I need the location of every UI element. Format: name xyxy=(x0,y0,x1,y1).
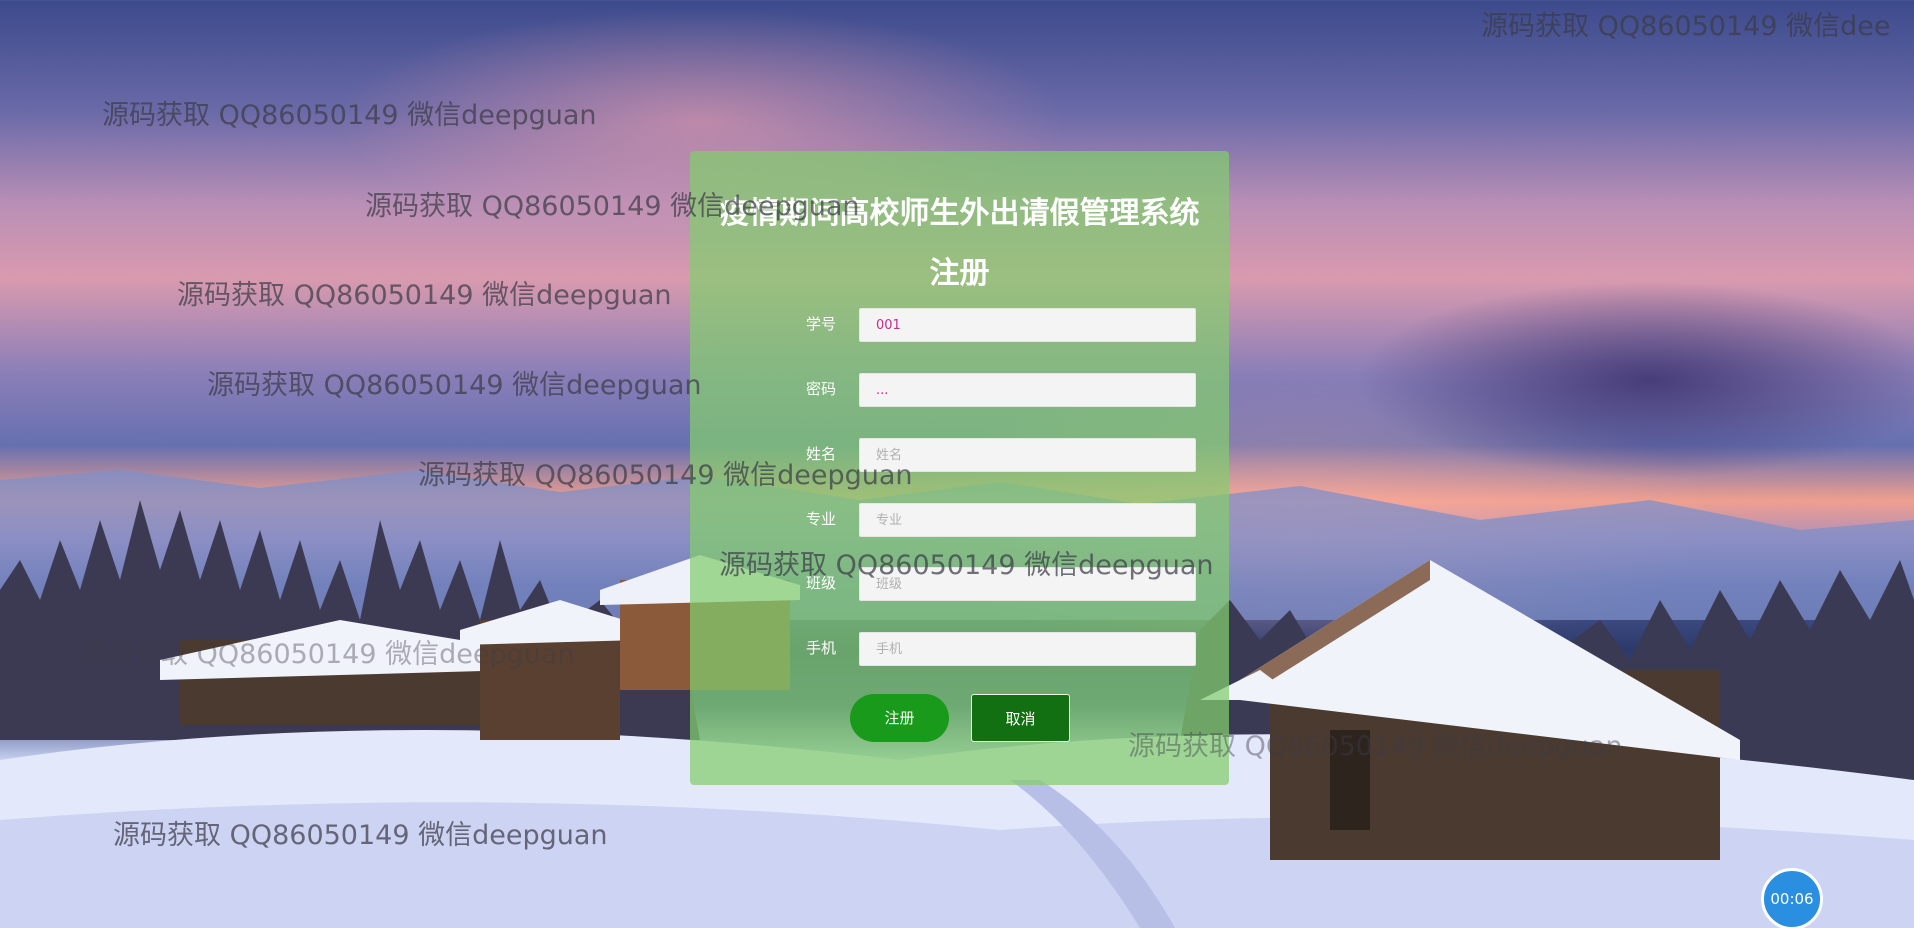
watermark-text: 源码获取 QQ86050149 微信deepguan xyxy=(365,191,860,222)
student-id-label: 学号 xyxy=(805,315,836,333)
phone-label: 手机 xyxy=(805,639,836,657)
form-row-student-id: 学号 xyxy=(690,308,1229,342)
form-row-phone: 手机 xyxy=(690,632,1229,666)
password-label: 密码 xyxy=(805,380,836,398)
watermark-text: 源码获取 QQ86050149 微信deepguan xyxy=(719,550,1214,581)
watermark-text: 源码获取 QQ86050149 微信deepguan xyxy=(418,460,913,491)
major-label: 专业 xyxy=(805,510,836,528)
form-row-major: 专业 xyxy=(690,503,1229,537)
watermark-text: 源码获取 QQ86050149 微信deepguan xyxy=(207,370,702,401)
watermark-text: 源码获取 QQ86050149 微信deepguan xyxy=(102,100,597,131)
major-input[interactable] xyxy=(859,503,1196,537)
register-button[interactable]: 注册 xyxy=(850,694,949,742)
cancel-button[interactable]: 取消 xyxy=(971,694,1070,742)
watermark-text: 源码获取 QQ86050149 微信deepguan xyxy=(113,820,608,851)
watermark-text: 源码获取 QQ86050149 微信deepguan xyxy=(80,639,575,670)
student-id-input[interactable] xyxy=(859,308,1196,342)
watermark-text: 源码获取 QQ86050149 微信deepguan xyxy=(1128,731,1623,762)
phone-input[interactable] xyxy=(859,632,1196,666)
form-row-password: 密码 xyxy=(690,373,1229,407)
watermark-text: 源码获取 QQ86050149 微信dee xyxy=(1481,11,1891,42)
password-input[interactable] xyxy=(859,373,1196,407)
recording-timer-badge: 00:06 xyxy=(1761,868,1823,928)
watermark-text: 源码获取 QQ86050149 微信deepguan xyxy=(177,280,672,311)
